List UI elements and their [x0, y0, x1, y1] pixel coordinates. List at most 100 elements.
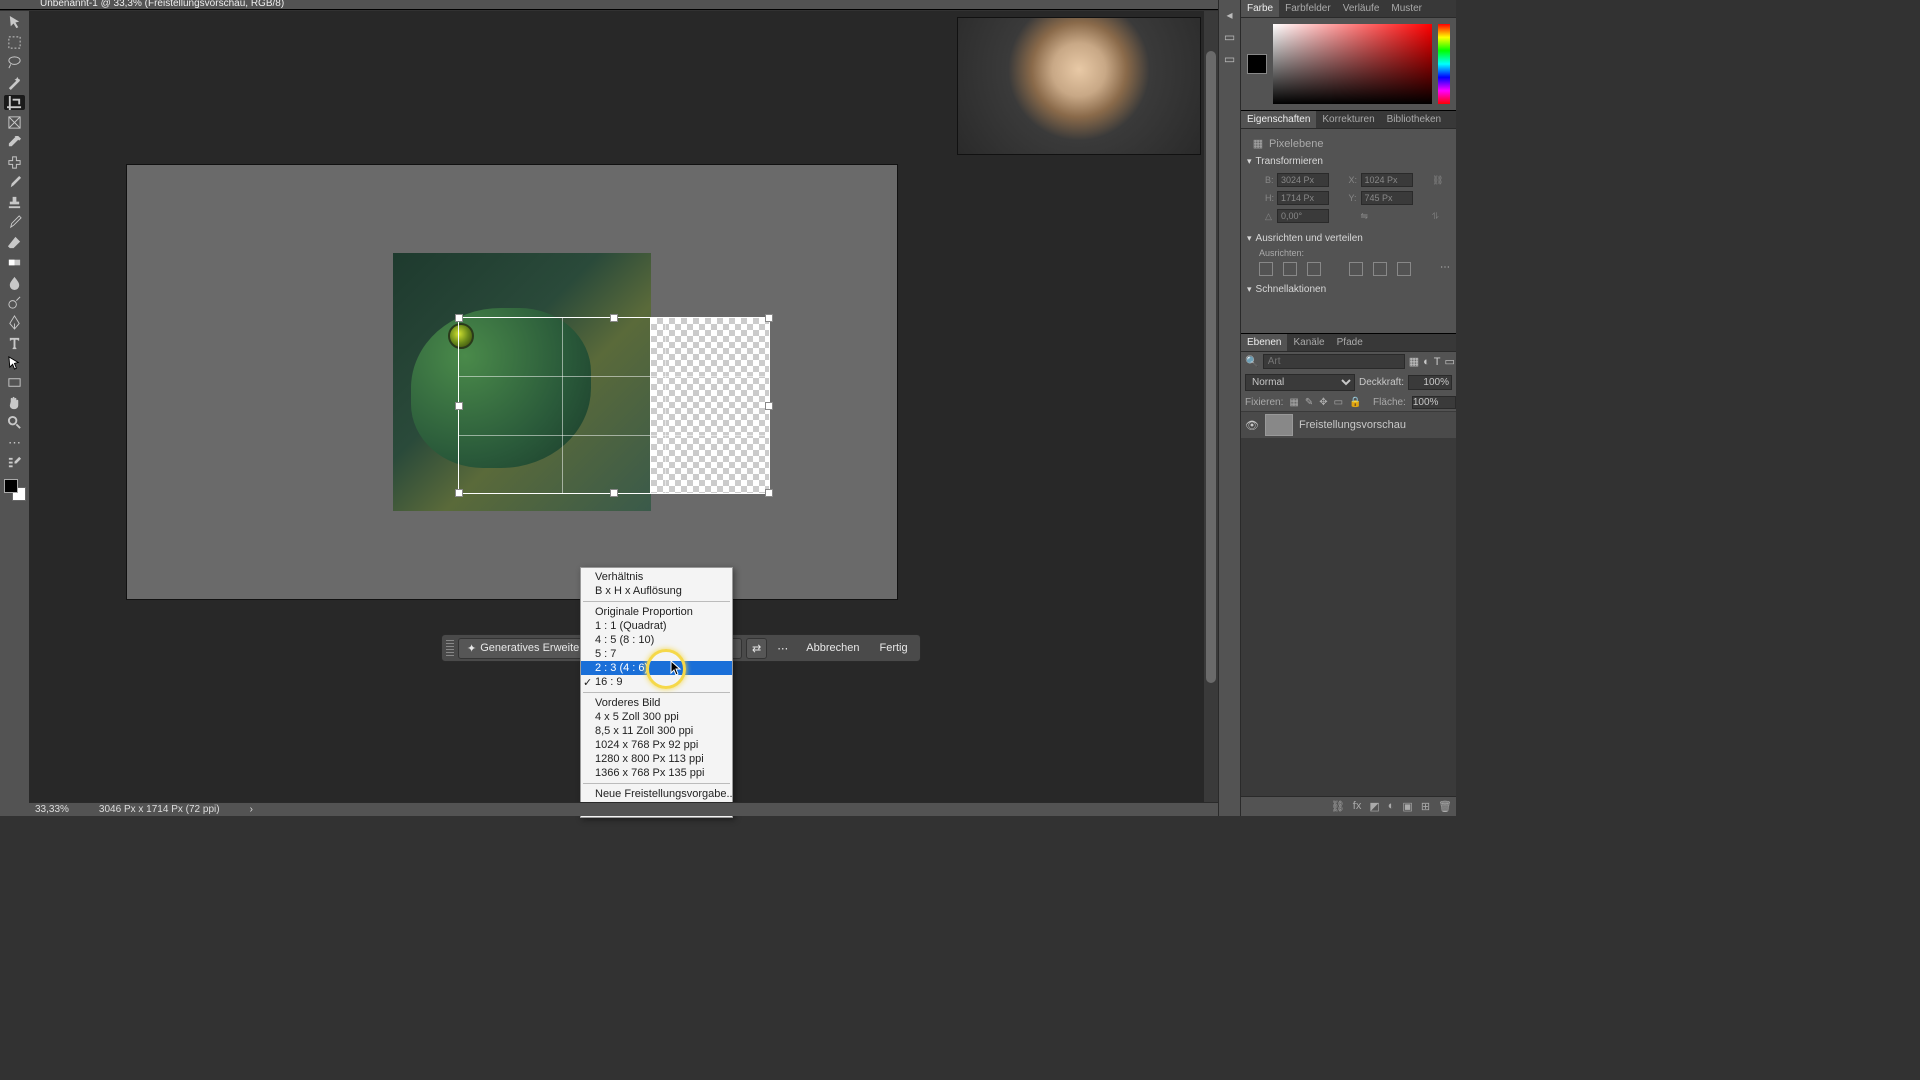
tab-pfade[interactable]: Pfade [1331, 334, 1369, 351]
status-chevron-icon[interactable]: › [250, 804, 253, 815]
hand-tool-icon[interactable] [4, 395, 25, 410]
menu-item[interactable]: Neue Freistellungsvorgabe... [581, 787, 732, 801]
menu-item[interactable]: 1024 x 768 Px 92 ppi [581, 738, 732, 752]
tab-verlaeufe[interactable]: Verläufe [1337, 0, 1386, 17]
crop-handle[interactable] [610, 489, 618, 497]
delete-icon[interactable]: 🗑 [1438, 800, 1452, 813]
hue-slider[interactable] [1438, 24, 1450, 104]
tab-farbe[interactable]: Farbe [1241, 0, 1279, 17]
swap-orientation-button[interactable]: ⇄ [746, 638, 767, 659]
history-brush-icon[interactable] [4, 215, 25, 230]
menu-item[interactable]: B x H x Auflösung [581, 584, 732, 598]
lock-paint-icon[interactable]: ✎ [1305, 397, 1313, 408]
taskbar-drag-handle[interactable] [446, 640, 454, 656]
shape-tool-icon[interactable] [4, 375, 25, 390]
tab-farbfelder[interactable]: Farbfelder [1279, 0, 1337, 17]
menu-item[interactable]: 2 : 3 (4 : 6) [581, 661, 732, 675]
tab-korrekturen[interactable]: Korrekturen [1316, 111, 1380, 128]
lock-trans-icon[interactable]: ▦ [1289, 397, 1298, 408]
align-top-icon[interactable] [1349, 262, 1363, 276]
tab-muster[interactable]: Muster [1385, 0, 1428, 17]
tab-eigenschaften[interactable]: Eigenschaften [1241, 111, 1316, 128]
type-tool-icon[interactable] [4, 335, 25, 350]
group-icon[interactable]: ▣ [1402, 800, 1412, 813]
lock-all-icon[interactable]: 🔒 [1349, 397, 1361, 408]
filter-type-icon[interactable]: T [1434, 356, 1441, 368]
lasso-tool-icon[interactable] [4, 55, 25, 70]
menu-item[interactable]: 1366 x 768 Px 135 ppi [581, 766, 732, 780]
fill-field[interactable] [1412, 396, 1456, 409]
layer-name-label[interactable]: Freistellungsvorschau [1299, 419, 1406, 431]
adjustment-icon[interactable]: ◐ [1388, 800, 1395, 813]
align-hcenter-icon[interactable] [1283, 262, 1297, 276]
crop-overlay[interactable] [459, 318, 769, 493]
menu-item[interactable]: Originale Proportion [581, 605, 732, 619]
mask-icon[interactable]: ◩ [1369, 800, 1379, 813]
align-vcenter-icon[interactable] [1373, 262, 1387, 276]
blur-tool-icon[interactable] [4, 275, 25, 290]
visibility-toggle-icon[interactable]: 👁 [1245, 419, 1259, 432]
crop-handle[interactable] [610, 314, 618, 322]
stamp-tool-icon[interactable] [4, 195, 25, 210]
eraser-tool-icon[interactable] [4, 235, 25, 250]
flip-h-icon[interactable]: ⇋ [1361, 211, 1431, 222]
panel-icon[interactable]: ▭ [1223, 52, 1237, 66]
height-field[interactable] [1277, 191, 1329, 205]
menu-item[interactable]: 4 : 5 (8 : 10) [581, 633, 732, 647]
layer-filter-input[interactable] [1263, 354, 1405, 369]
frame-tool-icon[interactable] [4, 115, 25, 130]
gradient-tool-icon[interactable] [4, 255, 25, 270]
section-transform-header[interactable]: Transformieren [1247, 152, 1450, 171]
crop-handle[interactable] [455, 489, 463, 497]
align-bottom-icon[interactable] [1397, 262, 1411, 276]
pen-tool-icon[interactable] [4, 315, 25, 330]
section-align-header[interactable]: Ausrichten und verteilen [1247, 229, 1450, 248]
more-tools-icon[interactable]: ⋯ [4, 435, 25, 450]
crop-tool-icon[interactable] [4, 95, 25, 110]
tab-ebenen[interactable]: Ebenen [1241, 334, 1287, 351]
color-swatches[interactable] [4, 479, 26, 501]
expand-icon[interactable]: ◂ [1223, 8, 1237, 22]
menu-item[interactable]: 5 : 7 [581, 647, 732, 661]
brush-tool-icon[interactable] [4, 175, 25, 190]
angle-field[interactable] [1277, 209, 1329, 223]
align-right-icon[interactable] [1307, 262, 1321, 276]
path-tool-icon[interactable] [4, 355, 25, 370]
tab-bibliotheken[interactable]: Bibliotheken [1381, 111, 1447, 128]
new-layer-icon[interactable]: ⊞ [1421, 800, 1430, 813]
eyedropper-tool-icon[interactable] [4, 135, 25, 150]
crop-handle[interactable] [455, 314, 463, 322]
flip-v-icon[interactable]: ⥮ [1432, 211, 1450, 222]
menu-item[interactable]: 1 : 1 (Quadrat) [581, 619, 732, 633]
menu-item[interactable]: 4 x 5 Zoll 300 ppi [581, 710, 732, 724]
width-field[interactable] [1277, 173, 1329, 187]
crop-handle[interactable] [765, 314, 773, 322]
crop-handle[interactable] [455, 402, 463, 410]
zoom-tool-icon[interactable] [4, 415, 25, 430]
move-tool-icon[interactable] [4, 15, 25, 30]
section-quick-header[interactable]: Schnellaktionen [1247, 280, 1450, 299]
healing-tool-icon[interactable] [4, 155, 25, 170]
color-picker-field[interactable] [1273, 24, 1432, 104]
zoom-level[interactable]: 33,33% [35, 804, 69, 815]
menu-item[interactable]: 16 : 9 [581, 675, 732, 689]
document-artboard[interactable] [127, 165, 897, 599]
layer-thumbnail[interactable] [1265, 414, 1293, 436]
edit-toolbar-icon[interactable] [4, 455, 25, 470]
done-button[interactable]: Fertig [871, 639, 915, 657]
lock-nest-icon[interactable]: ▭ [1334, 397, 1343, 408]
opacity-field[interactable] [1408, 375, 1452, 390]
link-wh-icon[interactable]: ⛓ [1432, 175, 1450, 186]
menu-item[interactable]: Vorderes Bild [581, 696, 732, 710]
fx-icon[interactable]: fx [1353, 800, 1362, 813]
more-options-button[interactable]: ⋯ [771, 639, 794, 658]
filter-adjust-icon[interactable]: ◐ [1423, 356, 1430, 368]
foreground-color-swatch[interactable] [1247, 54, 1267, 74]
crop-handle[interactable] [765, 402, 773, 410]
filter-shape-icon[interactable]: ▭ [1445, 355, 1455, 368]
align-left-icon[interactable] [1259, 262, 1273, 276]
y-field[interactable] [1361, 191, 1413, 205]
filter-pixel-icon[interactable]: ▦ [1409, 355, 1419, 368]
link-layers-icon[interactable]: ⛓ [1331, 800, 1345, 813]
wand-tool-icon[interactable] [4, 75, 25, 90]
